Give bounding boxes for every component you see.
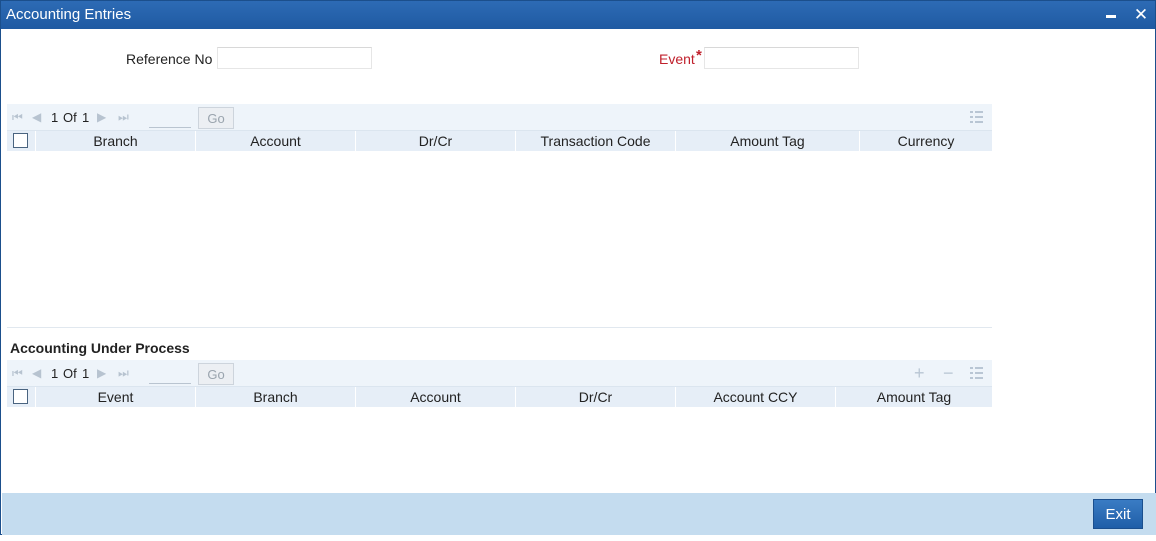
col-amount-tag[interactable]: Amount Tag	[835, 387, 992, 407]
reference-no-input[interactable]	[217, 47, 372, 69]
prev-page-icon[interactable]: ◀	[32, 366, 41, 380]
process-grid-header: Event Branch Account Dr/Cr Account CCY A…	[7, 386, 992, 407]
accounting-under-process-title: Accounting Under Process	[10, 340, 190, 356]
col-dr-cr[interactable]: Dr/Cr	[355, 131, 515, 151]
event-input[interactable]	[704, 47, 859, 69]
required-marker: *	[696, 47, 702, 64]
col-account-ccy[interactable]: Account CCY	[675, 387, 835, 407]
section-divider	[7, 327, 992, 328]
page-number-input[interactable]	[149, 108, 191, 128]
column-settings-icon[interactable]	[970, 109, 984, 123]
add-row-icon[interactable]: +	[914, 363, 925, 384]
select-all-checkbox[interactable]	[13, 133, 28, 148]
col-account[interactable]: Account	[355, 387, 515, 407]
footer-bar	[2, 493, 1156, 535]
minimize-icon[interactable]	[1102, 6, 1120, 24]
title-bar: Accounting Entries ✕	[1, 1, 1155, 29]
col-transaction-code[interactable]: Transaction Code	[515, 131, 675, 151]
col-dr-cr[interactable]: Dr/Cr	[515, 387, 675, 407]
first-page-icon[interactable]: ⏮	[12, 366, 23, 381]
window-title: Accounting Entries	[6, 6, 132, 23]
delete-row-icon[interactable]: −	[943, 363, 954, 384]
column-settings-icon[interactable]	[970, 365, 984, 379]
last-page-icon[interactable]: ⏭	[118, 366, 129, 381]
col-currency[interactable]: Currency	[859, 131, 992, 151]
reference-no-label: Reference No	[126, 51, 213, 67]
current-page: 1	[51, 110, 59, 125]
close-icon[interactable]: ✕	[1132, 6, 1150, 24]
select-all-checkbox[interactable]	[13, 389, 28, 404]
event-label: Event	[659, 51, 695, 67]
prev-page-icon[interactable]: ◀	[32, 110, 41, 124]
entries-grid-toolbar: ⏮ ◀ 1 Of 1 ▶ ⏭ Go	[7, 104, 992, 131]
page-of-label: Of	[63, 110, 77, 125]
total-pages: 1	[82, 110, 90, 125]
go-button[interactable]: Go	[198, 363, 234, 385]
first-page-icon[interactable]: ⏮	[12, 110, 23, 125]
last-page-icon[interactable]: ⏭	[118, 110, 129, 125]
col-account[interactable]: Account	[195, 131, 355, 151]
next-page-icon[interactable]: ▶	[97, 110, 106, 124]
exit-button[interactable]: Exit	[1093, 499, 1143, 529]
total-pages: 1	[82, 366, 90, 381]
current-page: 1	[51, 366, 59, 381]
col-branch[interactable]: Branch	[35, 131, 195, 151]
page-number-input[interactable]	[149, 364, 191, 384]
process-grid-toolbar: ⏮ ◀ 1 Of 1 ▶ ⏭ Go + −	[7, 360, 992, 387]
entries-grid-header: Branch Account Dr/Cr Transaction Code Am…	[7, 130, 992, 151]
col-branch[interactable]: Branch	[195, 387, 355, 407]
col-amount-tag[interactable]: Amount Tag	[675, 131, 859, 151]
col-event[interactable]: Event	[35, 387, 195, 407]
next-page-icon[interactable]: ▶	[97, 366, 106, 380]
go-button[interactable]: Go	[198, 107, 234, 129]
accounting-entries-window: Accounting Entries ✕ Reference No Event …	[0, 0, 1156, 535]
page-of-label: Of	[63, 366, 77, 381]
